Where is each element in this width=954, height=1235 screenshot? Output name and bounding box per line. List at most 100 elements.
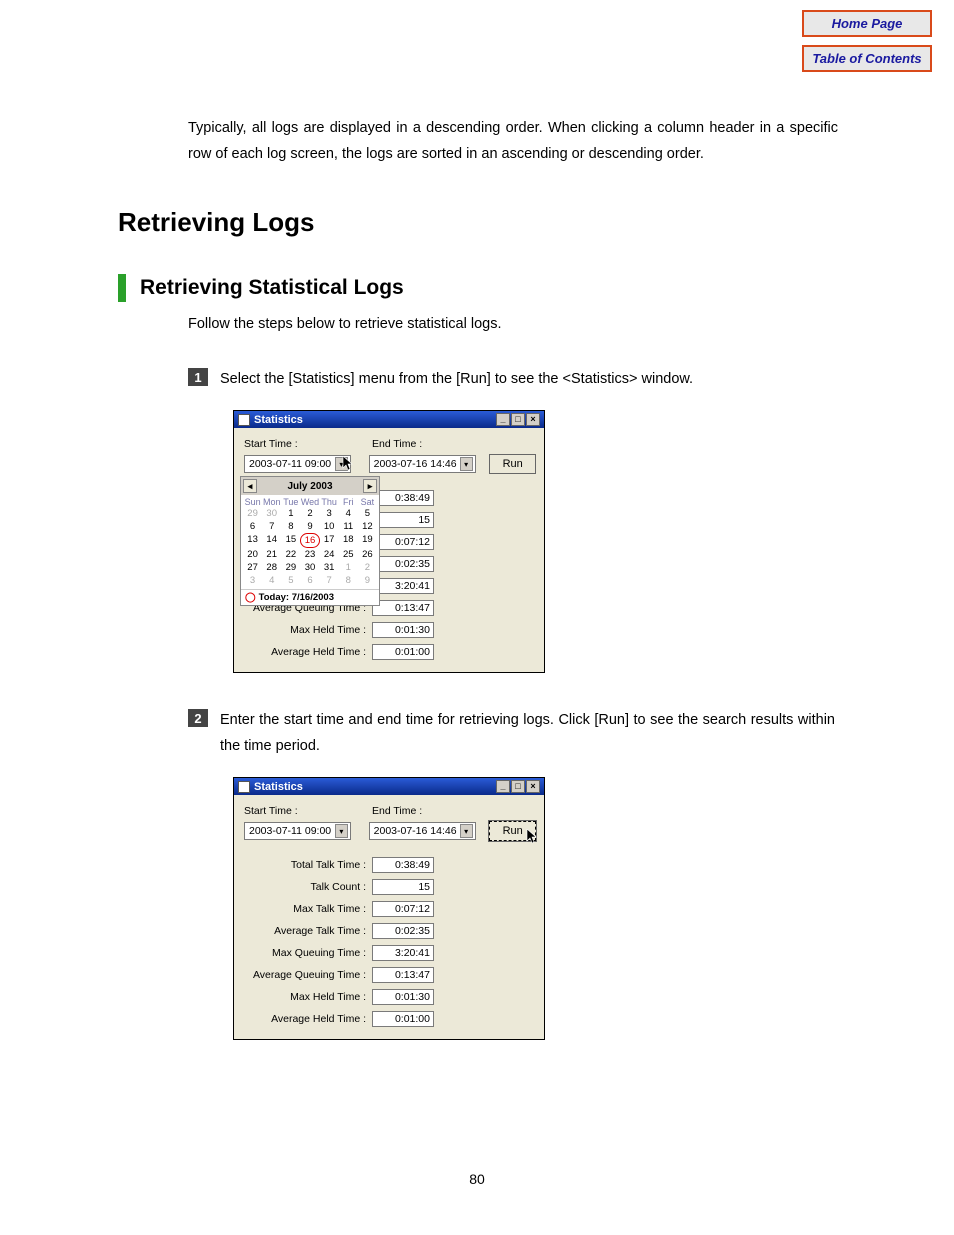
stat-value-avg-queue: 0:13:47 bbox=[372, 600, 434, 616]
nav-table-of-contents[interactable]: Table of Contents bbox=[802, 45, 932, 72]
stat-value-total-talk: 0:38:49 bbox=[372, 490, 434, 506]
statistics-window-1: Statistics _ □ × Start Time : End Time :… bbox=[233, 410, 545, 673]
window-icon bbox=[238, 414, 250, 426]
calendar-day-cell[interactable]: 29 bbox=[281, 561, 300, 574]
calendar-day-cell[interactable]: 29 bbox=[243, 507, 262, 520]
calendar-next-button[interactable]: ▸ bbox=[363, 479, 377, 493]
calendar-day-cell[interactable]: 9 bbox=[358, 574, 377, 587]
start-time-combo[interactable]: 2003-07-11 09:00 ▾ bbox=[244, 822, 351, 840]
step-2: 2 Enter the start time and end time for … bbox=[188, 707, 838, 759]
calendar-day-cell[interactable]: 31 bbox=[320, 561, 339, 574]
calendar-day-cell[interactable]: 2 bbox=[300, 507, 319, 520]
calendar-day-cell[interactable]: 24 bbox=[320, 548, 339, 561]
minimize-button[interactable]: _ bbox=[496, 780, 510, 793]
calendar-day-cell[interactable]: 12 bbox=[358, 520, 377, 533]
calendar-day-cell[interactable]: 11 bbox=[339, 520, 358, 533]
stat-value-talk-count: 15 bbox=[372, 879, 434, 895]
step-1-text: Select the [Statistics] menu from the [R… bbox=[220, 366, 835, 392]
calendar-day-cell[interactable]: 1 bbox=[339, 561, 358, 574]
stat-value-avg-held: 0:01:00 bbox=[372, 644, 434, 660]
calendar-day-cell[interactable]: 27 bbox=[243, 561, 262, 574]
calendar-day-cell[interactable]: 1 bbox=[281, 507, 300, 520]
follow-text: Follow the steps below to retrieve stati… bbox=[188, 316, 838, 332]
end-time-combo[interactable]: 2003-07-16 14:46 ▾ bbox=[369, 455, 476, 473]
start-time-value: 2003-07-11 09:00 bbox=[249, 458, 331, 470]
nav-home-page[interactable]: Home Page bbox=[802, 10, 932, 37]
start-time-value: 2003-07-11 09:00 bbox=[249, 825, 331, 837]
close-button[interactable]: × bbox=[526, 413, 540, 426]
stat-label-max-queue: Max Queuing Time : bbox=[244, 947, 372, 959]
calendar-day-cell[interactable]: 30 bbox=[262, 507, 281, 520]
calendar-day-cell[interactable]: 6 bbox=[300, 574, 319, 587]
maximize-button[interactable]: □ bbox=[511, 780, 525, 793]
calendar-day-cell[interactable]: 13 bbox=[243, 533, 262, 548]
calendar-day-cell[interactable]: 8 bbox=[281, 520, 300, 533]
window-title: Statistics bbox=[254, 414, 303, 426]
calendar-day-cell[interactable]: 3 bbox=[243, 574, 262, 587]
chevron-down-icon[interactable]: ▾ bbox=[460, 824, 473, 838]
calendar-day-cell[interactable]: 25 bbox=[339, 548, 358, 561]
stat-value-avg-talk: 0:02:35 bbox=[372, 923, 434, 939]
maximize-button[interactable]: □ bbox=[511, 413, 525, 426]
calendar-day-cell[interactable]: 6 bbox=[243, 520, 262, 533]
calendar-day-cell[interactable]: 22 bbox=[281, 548, 300, 561]
calendar-day-cell[interactable]: 5 bbox=[281, 574, 300, 587]
calendar-day-cell[interactable]: 4 bbox=[262, 574, 281, 587]
calendar-day-cell[interactable]: 3 bbox=[320, 507, 339, 520]
calendar-day-cell[interactable]: 10 bbox=[320, 520, 339, 533]
calendar-day-cell[interactable]: 19 bbox=[358, 533, 377, 548]
calendar-day-header: Wed bbox=[300, 497, 319, 507]
minimize-button[interactable]: _ bbox=[496, 413, 510, 426]
chevron-down-icon[interactable]: ▾ bbox=[335, 824, 348, 838]
calendar-day-header: Sat bbox=[358, 497, 377, 507]
run-button[interactable]: Run bbox=[489, 454, 536, 474]
start-time-label: Start Time : bbox=[244, 438, 372, 450]
stat-label-max-talk: Max Talk Time : bbox=[244, 903, 372, 915]
step-2-text: Enter the start time and end time for re… bbox=[220, 707, 835, 759]
stat-label-max-held: Max Held Time : bbox=[244, 624, 372, 636]
calendar-day-cell[interactable]: 2 bbox=[358, 561, 377, 574]
stat-value-talk-count: 15 bbox=[372, 512, 434, 528]
stat-value-avg-held: 0:01:00 bbox=[372, 1011, 434, 1027]
calendar-day-cell[interactable]: 21 bbox=[262, 548, 281, 561]
calendar-day-cell[interactable]: 17 bbox=[320, 533, 339, 548]
calendar-day-cell[interactable]: 23 bbox=[300, 548, 319, 561]
close-button[interactable]: × bbox=[526, 780, 540, 793]
chevron-down-icon[interactable]: ▾ bbox=[335, 457, 348, 471]
calendar-day-cell[interactable]: 9 bbox=[300, 520, 319, 533]
heading-retrieving-statistical-logs: Retrieving Statistical Logs bbox=[140, 276, 404, 300]
calendar-today-marker: ◯ bbox=[245, 592, 256, 603]
calendar-day-cell[interactable]: 26 bbox=[358, 548, 377, 561]
stat-label-avg-queue: Average Queuing Time : bbox=[244, 969, 372, 981]
end-time-combo[interactable]: 2003-07-16 14:46 ▾ bbox=[369, 822, 476, 840]
calendar-day-cell[interactable]: 7 bbox=[262, 520, 281, 533]
calendar-day-cell[interactable]: 30 bbox=[300, 561, 319, 574]
calendar-day-cell[interactable]: 28 bbox=[262, 561, 281, 574]
stat-value-avg-queue: 0:13:47 bbox=[372, 967, 434, 983]
step-1: 1 Select the [Statistics] menu from the … bbox=[188, 366, 838, 392]
stat-value-max-talk: 0:07:12 bbox=[372, 901, 434, 917]
calendar-day-cell[interactable]: 5 bbox=[358, 507, 377, 520]
chevron-down-icon[interactable]: ▾ bbox=[460, 457, 473, 471]
calendar-day-cell[interactable]: 4 bbox=[339, 507, 358, 520]
calendar-day-cell[interactable]: 7 bbox=[320, 574, 339, 587]
calendar-day-cell[interactable]: 20 bbox=[243, 548, 262, 561]
end-time-value: 2003-07-16 14:46 bbox=[374, 825, 457, 837]
start-time-combo[interactable]: 2003-07-11 09:00 ▾ bbox=[244, 455, 351, 473]
calendar-day-cell[interactable]: 18 bbox=[339, 533, 358, 548]
calendar-prev-button[interactable]: ◂ bbox=[243, 479, 257, 493]
calendar-day-cell[interactable]: 14 bbox=[262, 533, 281, 548]
calendar-grid[interactable]: SunMonTueWedThuFriSat2930123456789101112… bbox=[241, 495, 379, 589]
window-titlebar: Statistics _ □ × bbox=[234, 778, 544, 795]
calendar-day-cell[interactable]: 15 bbox=[281, 533, 300, 548]
stat-value-max-talk: 0:07:12 bbox=[372, 534, 434, 550]
stat-value-max-held: 0:01:30 bbox=[372, 989, 434, 1005]
calendar-day-cell[interactable]: 8 bbox=[339, 574, 358, 587]
calendar-today-row[interactable]: ◯ Today: 7/16/2003 bbox=[241, 589, 379, 605]
heading-accent-bar bbox=[118, 274, 126, 302]
window-titlebar: Statistics _ □ × bbox=[234, 411, 544, 428]
calendar-day-cell[interactable]: 16 bbox=[300, 533, 319, 548]
calendar-popup[interactable]: ◂ July 2003 ▸ SunMonTueWedThuFriSat29301… bbox=[240, 476, 380, 606]
run-button[interactable]: Run bbox=[489, 821, 536, 841]
stat-value-total-talk: 0:38:49 bbox=[372, 857, 434, 873]
